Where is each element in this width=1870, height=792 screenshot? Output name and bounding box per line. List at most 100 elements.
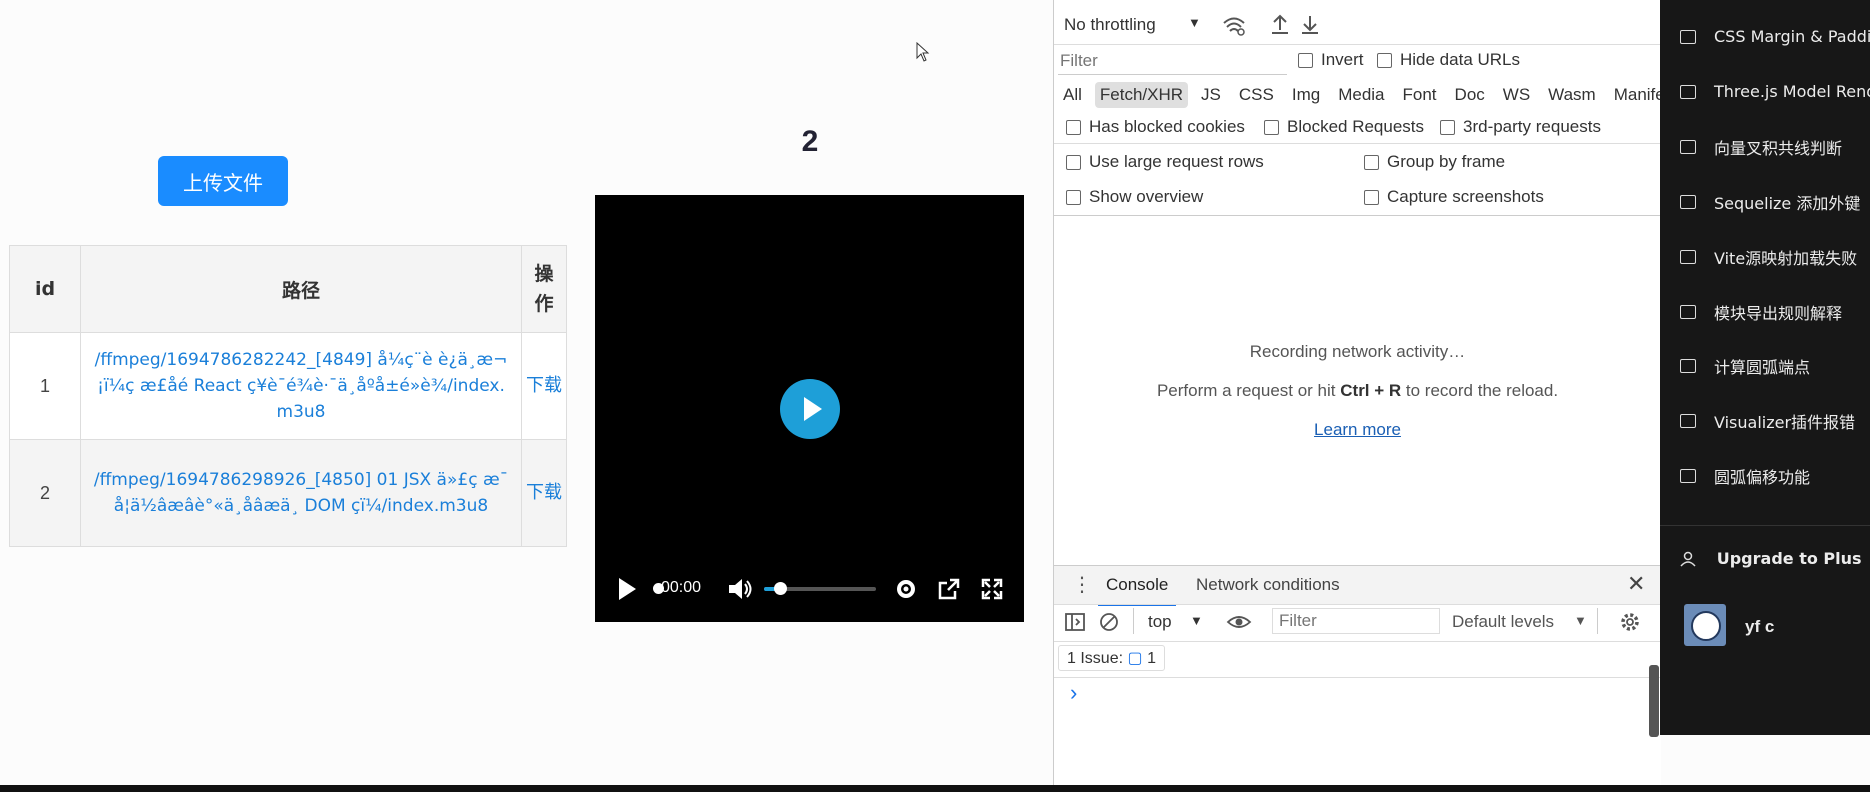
group-by-frame-checkbox[interactable]: Group by frame xyxy=(1364,152,1505,172)
invert-label: Invert xyxy=(1321,50,1364,69)
console-settings-gear-icon[interactable] xyxy=(1619,611,1641,633)
type-filter-chip[interactable]: WS xyxy=(1498,82,1535,108)
type-filter-chip[interactable]: CSS xyxy=(1234,82,1279,108)
chevron-down-icon[interactable]: ▼ xyxy=(1188,15,1201,30)
group-by-frame-label: Group by frame xyxy=(1387,152,1506,171)
scrollbar-thumb[interactable] xyxy=(1649,665,1659,737)
blocked-requests-checkbox[interactable]: Blocked Requests xyxy=(1264,117,1424,137)
settings-gear-icon[interactable] xyxy=(895,578,917,600)
video-time: 00:00 xyxy=(661,579,702,596)
type-filter-chip[interactable]: Wasm xyxy=(1543,82,1601,108)
chat-bubble-icon xyxy=(1680,250,1696,264)
volume-handle[interactable] xyxy=(774,582,787,595)
throttling-select[interactable]: No throttling xyxy=(1064,15,1156,35)
hide-data-urls-checkbox[interactable]: Hide data URLs xyxy=(1377,50,1520,70)
chat-history-sidebar: CSS Margin & Padding Three.js Model Rende… xyxy=(1660,0,1870,735)
network-filter-input[interactable] xyxy=(1058,48,1287,75)
upload-file-button[interactable]: 上传文件 xyxy=(158,156,288,206)
video-player[interactable]: 00:00 xyxy=(595,195,1024,622)
type-filter-chip[interactable]: All xyxy=(1058,82,1087,108)
type-filter-chip[interactable]: Font xyxy=(1398,82,1442,108)
devtools-network-panel: No throttling ▼ Invert Hide data URLs Al… xyxy=(1053,0,1678,792)
resource-type-filters: All Fetch/XHR JS CSS Img Media Font Doc WS Wasm Ma… xyxy=(1054,80,1678,108)
context-select[interactable]: top xyxy=(1148,612,1172,632)
picture-in-picture-icon[interactable] xyxy=(937,577,961,601)
capture-screenshots-checkbox[interactable]: Capture screenshots xyxy=(1364,187,1544,207)
record-hint-prefix: Perform a request or hit xyxy=(1156,381,1341,400)
chat-history-title: 圆弧偏移功能 xyxy=(1714,468,1811,487)
live-expression-eye-icon[interactable] xyxy=(1226,612,1252,632)
chat-bubble-icon xyxy=(1680,140,1696,154)
chat-history-item[interactable]: Sequelize 添加外键 xyxy=(1680,190,1870,220)
volume-icon[interactable] xyxy=(727,577,753,601)
type-filter-chip[interactable]: Img xyxy=(1287,82,1325,108)
type-filter-chip[interactable]: Doc xyxy=(1450,82,1490,108)
learn-more-wrap: Learn more xyxy=(1054,420,1661,440)
type-filter-chip[interactable]: JS xyxy=(1196,82,1226,108)
chat-history-item[interactable]: 模块导出规则解释 xyxy=(1680,300,1870,330)
chat-history-title: Visualizer插件报错 xyxy=(1714,413,1856,432)
sidebar-toggle-icon[interactable] xyxy=(1064,611,1086,633)
chat-history-item[interactable]: Three.js Model Render xyxy=(1680,81,1870,111)
taskbar-edge xyxy=(0,785,1870,792)
context-chevron-down-icon[interactable]: ▼ xyxy=(1190,613,1203,628)
drawer-tabbar: ⋮ Console Network conditions ✕ xyxy=(1054,566,1661,606)
clear-console-icon[interactable] xyxy=(1098,611,1120,633)
type-filter-chip[interactable]: Fetch/XHR xyxy=(1094,82,1189,108)
file-table: id 路径 操 作 1 /ffmpeg/1694786282242_[4849]… xyxy=(9,245,567,547)
avatar[interactable] xyxy=(1684,604,1726,646)
drawer-menu-icon[interactable]: ⋮ xyxy=(1072,572,1092,597)
record-hint: Perform a request or hit Ctrl + R to rec… xyxy=(1054,381,1661,401)
play-icon[interactable] xyxy=(617,576,637,602)
export-har-icon[interactable] xyxy=(1300,13,1320,35)
levels-chevron-down-icon[interactable]: ▼ xyxy=(1574,613,1587,628)
user-name[interactable]: yf c xyxy=(1745,617,1774,637)
upgrade-to-plus-button[interactable]: Upgrade to Plus xyxy=(1680,548,1870,578)
chat-bubble-icon xyxy=(1680,29,1696,44)
video-title: 2 xyxy=(801,125,819,158)
network-conditions-icon[interactable] xyxy=(1222,14,1246,36)
tab-console[interactable]: Console xyxy=(1098,575,1177,606)
chat-history-item[interactable]: Visualizer插件报错 xyxy=(1680,409,1870,439)
close-drawer-icon[interactable]: ✕ xyxy=(1627,571,1645,597)
mouse-cursor-icon xyxy=(916,42,930,62)
settings-row-2: Show overview Capture screenshots xyxy=(1054,186,1661,212)
fullscreen-icon[interactable] xyxy=(980,577,1004,601)
has-blocked-cookies-checkbox[interactable]: Has blocked cookies xyxy=(1066,117,1245,137)
capture-screenshots-label: Capture screenshots xyxy=(1387,187,1544,206)
chat-history-item[interactable]: 计算圆弧端点 xyxy=(1680,354,1870,384)
issues-label: 1 Issue: xyxy=(1067,650,1124,667)
issues-count: 1 xyxy=(1147,650,1156,667)
web-page: 上传文件 id 路径 操 作 1 /ffmpeg/1694786282242_[… xyxy=(0,0,1053,792)
invert-checkbox[interactable]: Invert xyxy=(1298,50,1364,70)
download-link[interactable]: 下载 xyxy=(521,439,567,547)
has-blocked-cookies-label: Has blocked cookies xyxy=(1089,117,1245,136)
chat-bubble-icon xyxy=(1680,414,1696,428)
issues-counter[interactable]: 1 Issue: ▢ 1 xyxy=(1058,645,1165,671)
user-icon xyxy=(1680,551,1696,567)
network-toolbar: No throttling ▼ xyxy=(1054,12,1661,40)
show-overview-label: Show overview xyxy=(1089,187,1204,206)
type-filter-chip[interactable]: Media xyxy=(1333,82,1389,108)
big-play-button[interactable] xyxy=(780,379,840,439)
console-prompt[interactable]: › xyxy=(1070,680,1077,706)
download-link[interactable]: 下载 xyxy=(521,332,567,440)
show-overview-checkbox[interactable]: Show overview xyxy=(1066,187,1203,207)
table-header-row: id 路径 操 作 xyxy=(9,245,567,333)
row-path-link[interactable]: /ffmpeg/1694786282242_[4849] å¼ç¨è è¿ä¸æ… xyxy=(80,332,522,440)
console-filter-input[interactable] xyxy=(1272,608,1440,634)
blocked-filters-row: Has blocked cookies Blocked Requests 3rd… xyxy=(1054,116,1661,142)
chat-history-title: 计算圆弧端点 xyxy=(1714,358,1811,377)
third-party-requests-checkbox[interactable]: 3rd-party requests xyxy=(1440,117,1601,137)
row-path-link[interactable]: /ffmpeg/1694786298926_[4850] 01 JSX ä»£ç… xyxy=(80,439,522,547)
chat-history-item[interactable]: Vite源映射加载失败 xyxy=(1680,245,1870,275)
chat-history-item[interactable]: 向量叉积共线判断 xyxy=(1680,135,1870,165)
chat-history-item[interactable]: 圆弧偏移功能 xyxy=(1680,464,1870,494)
learn-more-link[interactable]: Learn more xyxy=(1314,420,1401,439)
tab-network-conditions[interactable]: Network conditions xyxy=(1196,575,1340,595)
import-har-icon[interactable] xyxy=(1270,13,1290,35)
large-request-rows-checkbox[interactable]: Use large request rows xyxy=(1066,152,1264,172)
recording-status: Recording network activity… xyxy=(1249,342,1466,361)
default-levels-select[interactable]: Default levels xyxy=(1452,612,1554,632)
chat-history-item[interactable]: CSS Margin & Padding xyxy=(1680,26,1870,56)
